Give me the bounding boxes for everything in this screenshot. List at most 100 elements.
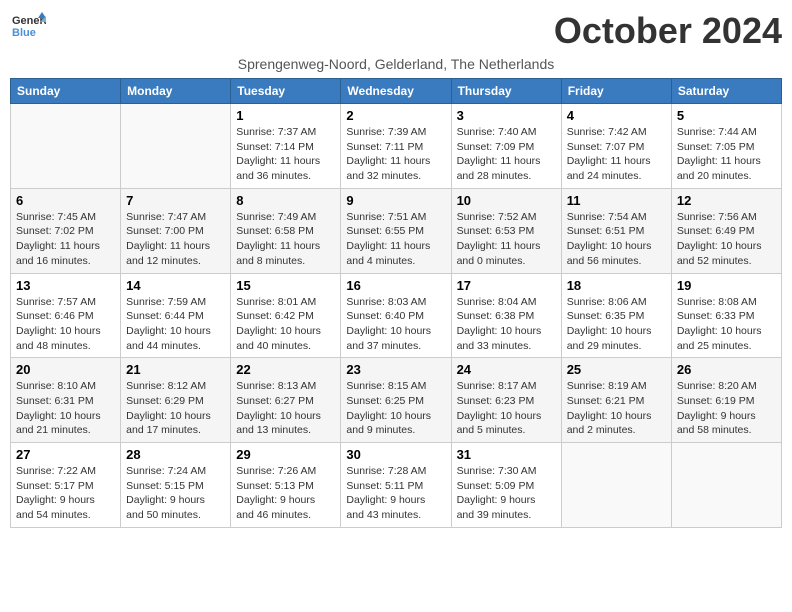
day-info: Sunrise: 7:28 AMSunset: 5:11 PMDaylight:… bbox=[346, 464, 445, 523]
day-number: 17 bbox=[457, 278, 556, 293]
calendar-cell: 30Sunrise: 7:28 AMSunset: 5:11 PMDayligh… bbox=[341, 443, 451, 528]
calendar-cell: 13 Sunrise: 7:57 AMSunset: 6:46 PMDayligh… bbox=[11, 273, 121, 358]
day-number: 21 bbox=[126, 362, 225, 377]
svg-text:Blue: Blue bbox=[12, 27, 36, 39]
day-info: Sunrise: 7:52 AMSunset: 6:53 PMDaylight:… bbox=[457, 210, 556, 269]
day-number: 26 bbox=[677, 362, 776, 377]
day-info: Sunrise: 8:06 AMSunset: 6:35 PMDaylight:… bbox=[567, 295, 666, 354]
calendar-cell: 17 Sunrise: 8:04 AMSunset: 6:38 PMDayligh… bbox=[451, 273, 561, 358]
day-number: 2 bbox=[346, 108, 445, 123]
day-info: Sunrise: 8:03 AMSunset: 6:40 PMDaylight:… bbox=[346, 295, 445, 354]
day-info: Sunrise: 7:30 AMSunset: 5:09 PMDaylight:… bbox=[457, 464, 556, 523]
calendar-cell: 11 Sunrise: 7:54 AMSunset: 6:51 PMDayligh… bbox=[561, 188, 671, 273]
day-number: 22 bbox=[236, 362, 335, 377]
calendar-cell bbox=[561, 443, 671, 528]
day-info: Sunrise: 8:15 AMSunset: 6:25 PMDaylight:… bbox=[346, 379, 445, 438]
day-info: Sunrise: 7:59 AMSunset: 6:44 PMDaylight:… bbox=[126, 295, 225, 354]
day-number: 3 bbox=[457, 108, 556, 123]
day-info: Sunrise: 8:04 AMSunset: 6:38 PMDaylight:… bbox=[457, 295, 556, 354]
day-info: Sunrise: 7:26 AMSunset: 5:13 PMDaylight:… bbox=[236, 464, 335, 523]
day-number: 20 bbox=[16, 362, 115, 377]
day-info: Sunrise: 8:19 AMSunset: 6:21 PMDaylight:… bbox=[567, 379, 666, 438]
header-saturday: Saturday bbox=[671, 79, 781, 104]
day-number: 8 bbox=[236, 193, 335, 208]
day-number: 28 bbox=[126, 447, 225, 462]
day-number: 1 bbox=[236, 108, 335, 123]
day-info: Sunrise: 7:37 AMSunset: 7:14 PMDaylight:… bbox=[236, 125, 335, 184]
day-number: 9 bbox=[346, 193, 445, 208]
calendar-cell: 1 Sunrise: 7:37 AMSunset: 7:14 PMDaylight… bbox=[231, 104, 341, 189]
day-info: Sunrise: 8:10 AMSunset: 6:31 PMDaylight:… bbox=[16, 379, 115, 438]
header-monday: Monday bbox=[121, 79, 231, 104]
calendar-cell bbox=[671, 443, 781, 528]
calendar-cell: 25 Sunrise: 8:19 AMSunset: 6:21 PMDayligh… bbox=[561, 358, 671, 443]
header-wednesday: Wednesday bbox=[341, 79, 451, 104]
day-number: 6 bbox=[16, 193, 115, 208]
day-info: Sunrise: 7:40 AMSunset: 7:09 PMDaylight:… bbox=[457, 125, 556, 184]
day-number: 19 bbox=[677, 278, 776, 293]
day-number: 25 bbox=[567, 362, 666, 377]
logo: General Blue bbox=[10, 10, 46, 40]
day-info: Sunrise: 7:22 AMSunset: 5:17 PMDaylight:… bbox=[16, 464, 115, 523]
logo-icon: General Blue bbox=[10, 10, 46, 40]
calendar-cell: 5 Sunrise: 7:44 AMSunset: 7:05 PMDaylight… bbox=[671, 104, 781, 189]
day-number: 5 bbox=[677, 108, 776, 123]
day-info: Sunrise: 8:12 AMSunset: 6:29 PMDaylight:… bbox=[126, 379, 225, 438]
header-friday: Friday bbox=[561, 79, 671, 104]
day-number: 4 bbox=[567, 108, 666, 123]
day-info: Sunrise: 7:47 AMSunset: 7:00 PMDaylight:… bbox=[126, 210, 225, 269]
day-number: 14 bbox=[126, 278, 225, 293]
calendar-cell: 14 Sunrise: 7:59 AMSunset: 6:44 PMDayligh… bbox=[121, 273, 231, 358]
day-number: 29 bbox=[236, 447, 335, 462]
header-tuesday: Tuesday bbox=[231, 79, 341, 104]
day-info: Sunrise: 7:44 AMSunset: 7:05 PMDaylight:… bbox=[677, 125, 776, 184]
calendar-cell: 6 Sunrise: 7:45 AMSunset: 7:02 PMDaylight… bbox=[11, 188, 121, 273]
calendar-cell: 23 Sunrise: 8:15 AMSunset: 6:25 PMDayligh… bbox=[341, 358, 451, 443]
header-sunday: Sunday bbox=[11, 79, 121, 104]
calendar-cell: 15 Sunrise: 8:01 AMSunset: 6:42 PMDayligh… bbox=[231, 273, 341, 358]
calendar-cell bbox=[121, 104, 231, 189]
day-number: 23 bbox=[346, 362, 445, 377]
calendar-cell: 19 Sunrise: 8:08 AMSunset: 6:33 PMDayligh… bbox=[671, 273, 781, 358]
day-info: Sunrise: 7:39 AMSunset: 7:11 PMDaylight:… bbox=[346, 125, 445, 184]
calendar-cell: 24 Sunrise: 8:17 AMSunset: 6:23 PMDayligh… bbox=[451, 358, 561, 443]
calendar-cell: 7 Sunrise: 7:47 AMSunset: 7:00 PMDaylight… bbox=[121, 188, 231, 273]
day-number: 13 bbox=[16, 278, 115, 293]
day-number: 12 bbox=[677, 193, 776, 208]
day-number: 16 bbox=[346, 278, 445, 293]
calendar-cell: 9 Sunrise: 7:51 AMSunset: 6:55 PMDaylight… bbox=[341, 188, 451, 273]
calendar-cell: 27 Sunrise: 7:22 AMSunset: 5:17 PMDayligh… bbox=[11, 443, 121, 528]
calendar-cell: 16 Sunrise: 8:03 AMSunset: 6:40 PMDayligh… bbox=[341, 273, 451, 358]
calendar-cell: 18 Sunrise: 8:06 AMSunset: 6:35 PMDayligh… bbox=[561, 273, 671, 358]
day-info: Sunrise: 8:17 AMSunset: 6:23 PMDaylight:… bbox=[457, 379, 556, 438]
day-number: 7 bbox=[126, 193, 225, 208]
day-number: 15 bbox=[236, 278, 335, 293]
calendar-cell: 26 Sunrise: 8:20 AMSunset: 6:19 PMDayligh… bbox=[671, 358, 781, 443]
day-info: Sunrise: 7:56 AMSunset: 6:49 PMDaylight:… bbox=[677, 210, 776, 269]
day-number: 18 bbox=[567, 278, 666, 293]
day-info: Sunrise: 8:20 AMSunset: 6:19 PMDaylight:… bbox=[677, 379, 776, 438]
day-info: Sunrise: 8:13 AMSunset: 6:27 PMDaylight:… bbox=[236, 379, 335, 438]
day-info: Sunrise: 8:01 AMSunset: 6:42 PMDaylight:… bbox=[236, 295, 335, 354]
calendar-cell: 4 Sunrise: 7:42 AMSunset: 7:07 PMDaylight… bbox=[561, 104, 671, 189]
day-info: Sunrise: 7:49 AMSunset: 6:58 PMDaylight:… bbox=[236, 210, 335, 269]
day-info: Sunrise: 7:42 AMSunset: 7:07 PMDaylight:… bbox=[567, 125, 666, 184]
calendar-cell: 2 Sunrise: 7:39 AMSunset: 7:11 PMDaylight… bbox=[341, 104, 451, 189]
day-info: Sunrise: 7:45 AMSunset: 7:02 PMDaylight:… bbox=[16, 210, 115, 269]
calendar-cell: 21 Sunrise: 8:12 AMSunset: 6:29 PMDayligh… bbox=[121, 358, 231, 443]
calendar-cell: 29 Sunrise: 7:26 AMSunset: 5:13 PMDayligh… bbox=[231, 443, 341, 528]
day-info: Sunrise: 8:08 AMSunset: 6:33 PMDaylight:… bbox=[677, 295, 776, 354]
calendar-cell: 31Sunrise: 7:30 AMSunset: 5:09 PMDayligh… bbox=[451, 443, 561, 528]
day-info: Sunrise: 7:51 AMSunset: 6:55 PMDaylight:… bbox=[346, 210, 445, 269]
day-info: Sunrise: 7:54 AMSunset: 6:51 PMDaylight:… bbox=[567, 210, 666, 269]
day-info: Sunrise: 7:57 AMSunset: 6:46 PMDaylight:… bbox=[16, 295, 115, 354]
month-title: October 2024 bbox=[554, 10, 782, 52]
day-number: 11 bbox=[567, 193, 666, 208]
calendar-cell: 28Sunrise: 7:24 AMSunset: 5:15 PMDayligh… bbox=[121, 443, 231, 528]
calendar-cell: 3 Sunrise: 7:40 AMSunset: 7:09 PMDaylight… bbox=[451, 104, 561, 189]
calendar-cell: 12 Sunrise: 7:56 AMSunset: 6:49 PMDayligh… bbox=[671, 188, 781, 273]
day-number: 27 bbox=[16, 447, 115, 462]
calendar-table: SundayMondayTuesdayWednesdayThursdayFrid… bbox=[10, 78, 782, 528]
calendar-cell bbox=[11, 104, 121, 189]
day-number: 24 bbox=[457, 362, 556, 377]
